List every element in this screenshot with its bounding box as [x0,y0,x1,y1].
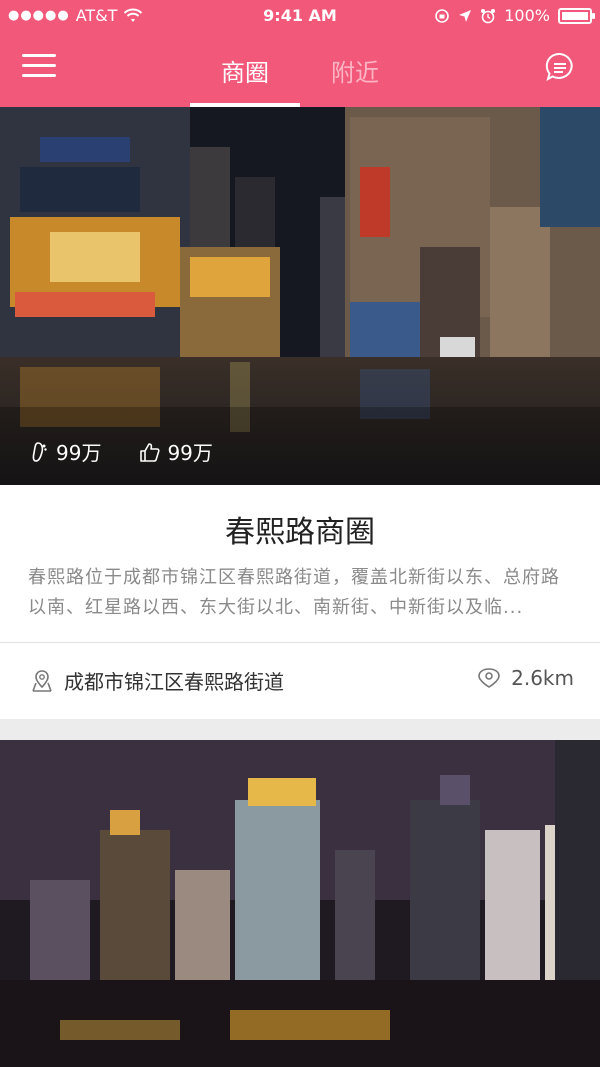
tab-label: 附近 [331,59,379,87]
status-bar: ●●●●● AT&T 9:41 AM 100% [0,0,600,34]
card-stats: 99万 99万 [30,437,213,466]
address-text: 成都市锦江区春熙路街道 [64,670,284,694]
tab-label: 商圈 [221,59,269,87]
night-street-photo: 99万 99万 [0,107,600,485]
night-skyline-photo [0,740,600,1067]
street-illustration [0,107,600,485]
likes-stat[interactable]: 99万 [139,437,213,466]
footprint-icon [32,441,47,462]
views-count: 99万 [56,441,102,465]
tab-nearby[interactable]: 附近 [300,34,410,107]
views-stat: 99万 [30,437,101,466]
rotation-lock-icon [435,8,450,23]
status-right: 100% [434,6,595,25]
tab-business-district[interactable]: 商圈 [190,34,300,107]
tab-bar: 商圈 附近 [0,34,600,107]
thumbs-up-icon [140,442,161,462]
district-description: 春熙路位于成都市锦江区春熙路街道，覆盖北新街以东、总府路以南、红星路以西、东大街… [28,567,560,618]
battery-percent: 100% [504,6,550,25]
address[interactable]: 成都市锦江区春熙路街道 [30,666,284,695]
location-marker-icon [478,668,500,688]
district-card[interactable]: 99万 99万 春熙路商圈 春熙路位于成都市锦江区春熙路街道，覆盖北新街以东、总… [0,107,600,719]
district-title: 春熙路商圈 [225,515,375,550]
address-row: 成都市锦江区春熙路街道 2.6km [0,643,600,719]
distance-text: 2.6km [511,666,574,690]
distance: 2.6km [477,666,574,690]
app-header: ●●●●● AT&T 9:41 AM 100% 商圈 附近 [0,0,600,107]
likes-count: 99万 [167,441,213,465]
alarm-icon [481,8,496,23]
top-nav: 商圈 附近 [0,34,600,107]
map-pin-icon [32,669,52,692]
location-icon [459,9,472,22]
district-card[interactable] [0,740,600,1067]
battery-fill [562,11,588,20]
chat-bubble-icon[interactable] [544,51,576,83]
battery-icon [558,7,595,24]
